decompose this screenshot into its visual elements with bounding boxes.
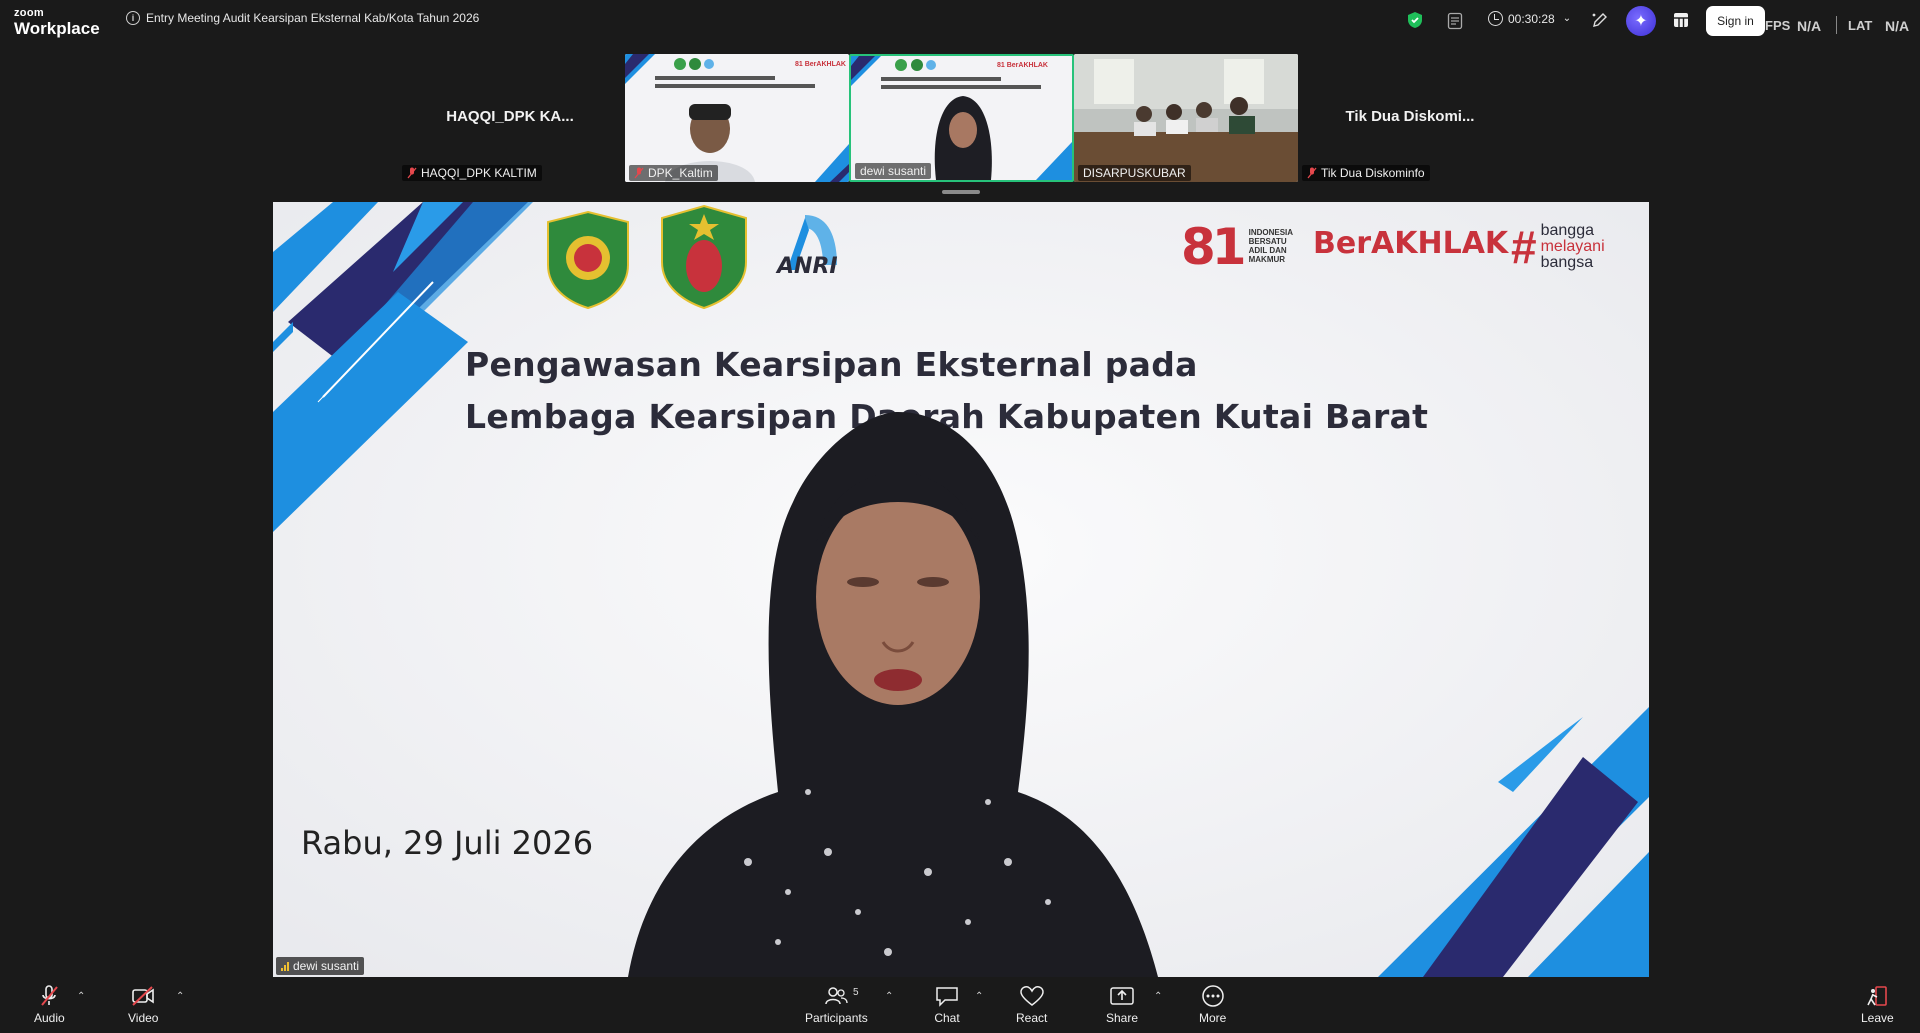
video-label: Video bbox=[128, 1011, 159, 1025]
clock-icon bbox=[1488, 11, 1503, 26]
annotate-pen-icon[interactable] bbox=[1591, 11, 1609, 29]
audio-button[interactable]: Audio bbox=[34, 985, 65, 1025]
participant-tile[interactable]: 81 BerAKHLAK DPK_Kaltim bbox=[625, 54, 849, 182]
share-button[interactable]: Share bbox=[1106, 985, 1138, 1025]
participant-name: dewi susanti bbox=[860, 164, 927, 178]
participants-icon bbox=[825, 987, 848, 1005]
share-options-caret-icon[interactable]: ⌃ bbox=[1154, 991, 1162, 1002]
top-bar: zoom Workplace i Entry Meeting Audit Kea… bbox=[0, 0, 1920, 44]
meeting-timer[interactable]: 00:30:28 ⌄ bbox=[1488, 11, 1571, 26]
fps-value: N/A bbox=[1797, 18, 1822, 34]
participant-name: DISARPUSKUBAR bbox=[1083, 166, 1186, 180]
svg-text:81 BerAKHLAK: 81 BerAKHLAK bbox=[997, 62, 1048, 69]
berakhlak-text: BerAKHLAK bbox=[1313, 226, 1509, 261]
participant-name: Tik Dua Diskominfo bbox=[1321, 166, 1425, 180]
participant-name-label: DISARPUSKUBAR bbox=[1078, 165, 1191, 181]
heart-icon bbox=[1019, 986, 1044, 1006]
video-button[interactable]: Video bbox=[128, 985, 158, 1025]
share-label: Share bbox=[1106, 1011, 1139, 1025]
chat-icon bbox=[936, 987, 958, 1007]
microphone-muted-icon bbox=[41, 985, 59, 1006]
speaker-name: dewi susanti bbox=[293, 959, 360, 973]
encryption-shield-icon[interactable] bbox=[1407, 11, 1423, 29]
more-button[interactable]: More bbox=[1199, 985, 1226, 1025]
participant-strip: HAQQI_DPK KA... HAQQI_DPK KALTIM 81 BerA… bbox=[0, 44, 1920, 194]
participant-tile[interactable]: HAQQI_DPK KA... HAQQI_DPK KALTIM bbox=[398, 54, 622, 182]
anri-text: ANRI bbox=[777, 254, 838, 279]
participant-video: 81 BerAKHLAK bbox=[625, 54, 849, 182]
connection-signal-icon bbox=[281, 961, 289, 971]
audio-options-caret-icon[interactable]: ⌃ bbox=[77, 991, 85, 1002]
chat-label: Chat bbox=[934, 1011, 960, 1025]
berakhlak-logo: BerAKHLAK bbox=[1313, 226, 1508, 261]
react-button[interactable]: React bbox=[1016, 985, 1047, 1025]
speaker-name-label: dewi susanti bbox=[276, 957, 365, 975]
participant-display-name: HAQQI_DPK KA... bbox=[446, 108, 574, 125]
participant-video bbox=[1074, 54, 1298, 182]
info-icon[interactable]: i bbox=[126, 11, 140, 25]
more-label: More bbox=[1199, 1011, 1227, 1025]
logo-brand-large: Workplace bbox=[14, 19, 100, 38]
indonesia-81-badge: 81 INDONESIA BERSATU ADIL DAN MAKMUR bbox=[1181, 218, 1304, 276]
share-screen-icon bbox=[1110, 987, 1134, 1005]
participants-label: Participants bbox=[805, 1011, 868, 1025]
anri-logo: ANRI bbox=[765, 210, 845, 306]
leave-exit-icon bbox=[1867, 986, 1888, 1006]
video-options-caret-icon[interactable]: ⌃ bbox=[176, 991, 184, 1002]
participants-options-caret-icon[interactable]: ⌃ bbox=[885, 991, 893, 1002]
participant-tile[interactable]: Tik Dua Diskomi... Tik Dua Diskominfo bbox=[1298, 54, 1522, 182]
chat-options-caret-icon[interactable]: ⌃ bbox=[975, 991, 983, 1002]
video-off-icon bbox=[132, 986, 155, 1006]
participants-count: 5 bbox=[853, 987, 859, 998]
sign-in-button[interactable]: Sign in bbox=[1706, 6, 1765, 36]
react-label: React bbox=[1016, 1011, 1048, 1025]
strip-resize-handle[interactable] bbox=[942, 190, 980, 194]
elapsed-time: 00:30:28 bbox=[1508, 11, 1555, 26]
badge-81-text: 81 bbox=[1181, 218, 1247, 276]
divider bbox=[1836, 16, 1837, 34]
speaker-figure bbox=[628, 412, 1158, 977]
participant-video: 81 BerAKHLAK bbox=[851, 56, 1072, 180]
hashtag-icon: # bbox=[1511, 221, 1537, 273]
microphone-muted-icon bbox=[1307, 167, 1317, 179]
participant-name-label: dewi susanti bbox=[855, 163, 932, 179]
ai-companion-icon[interactable]: ✦ bbox=[1626, 6, 1656, 36]
audio-label: Audio bbox=[34, 1011, 65, 1025]
notes-icon[interactable] bbox=[1447, 12, 1464, 30]
meeting-info[interactable]: i Entry Meeting Audit Kearsipan Eksterna… bbox=[126, 11, 479, 25]
slide-date: Rabu, 29 Juli 2026 bbox=[301, 824, 594, 862]
leave-button[interactable]: Leave bbox=[1861, 985, 1894, 1025]
microphone-muted-icon bbox=[634, 167, 644, 179]
microphone-muted-icon bbox=[407, 167, 417, 179]
participant-name: DPK_Kaltim bbox=[648, 166, 713, 180]
participant-tile[interactable]: DISARPUSKUBAR bbox=[1074, 54, 1298, 182]
chevron-down-icon: ⌄ bbox=[1562, 13, 1572, 24]
svg-text:81 BerAKHLAK: 81 BerAKHLAK bbox=[795, 61, 846, 68]
participant-name-label: DPK_Kaltim bbox=[629, 165, 718, 181]
participant-display-name: Tik Dua Diskomi... bbox=[1345, 108, 1475, 125]
active-speaker-video: ANRI 81 INDONESIA BERSATU ADIL DAN MAKMU… bbox=[273, 202, 1649, 977]
slide-title-line-1: Pengawasan Kearsipan Eksternal pada bbox=[465, 345, 1198, 384]
participant-name: HAQQI_DPK KALTIM bbox=[421, 166, 537, 180]
chat-button[interactable]: Chat bbox=[934, 985, 960, 1025]
more-options-icon bbox=[1201, 985, 1224, 1007]
participant-name-label: HAQQI_DPK KALTIM bbox=[402, 165, 542, 181]
meeting-title: Entry Meeting Audit Kearsipan Eksternal … bbox=[146, 11, 480, 25]
latency-label: LAT bbox=[1848, 18, 1873, 33]
kaltim-emblem bbox=[661, 204, 747, 310]
latency-value: N/A bbox=[1885, 18, 1910, 34]
apps-grid-icon[interactable] bbox=[1673, 12, 1689, 28]
bangga-text: bangga melayani bangsa bbox=[1540, 222, 1605, 271]
badge-81-caption: INDONESIA BERSATU ADIL DAN MAKMUR bbox=[1248, 228, 1293, 264]
logo-brand-small: zoom bbox=[14, 7, 44, 19]
fps-label: FPS bbox=[1765, 18, 1791, 33]
meeting-controls-bar: Audio ⌃ Video ⌃ Participants 5 ⌃ Chat ⌃ … bbox=[0, 977, 1920, 1033]
participant-tile-active[interactable]: 81 BerAKHLAK dewi susanti bbox=[849, 54, 1074, 182]
zoom-workplace-logo: zoom Workplace bbox=[14, 7, 100, 38]
participant-name-label: Tik Dua Diskominfo bbox=[1302, 165, 1430, 181]
kutai-barat-emblem bbox=[547, 210, 629, 310]
bangga-melayani-bangsa-logo: # bangga melayani bangsa bbox=[1511, 220, 1605, 274]
leave-label: Leave bbox=[1861, 1011, 1894, 1025]
